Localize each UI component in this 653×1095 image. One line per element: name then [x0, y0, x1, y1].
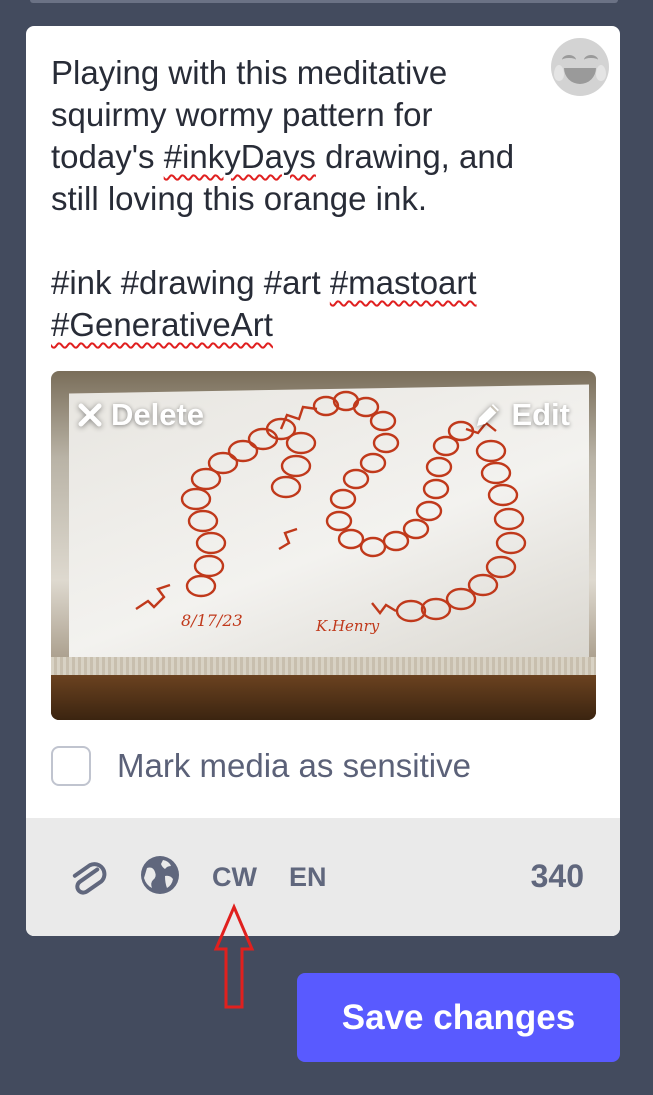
close-icon: [78, 403, 102, 427]
hashtag-mastoart: #mastoart: [329, 264, 477, 301]
save-changes-button[interactable]: Save changes: [297, 973, 620, 1062]
hashtag-line: #ink #drawing #art: [51, 264, 330, 301]
top-edge-bar: [30, 0, 618, 3]
sensitive-label: Mark media as sensitive: [117, 747, 471, 784]
sensitive-checkbox[interactable]: [51, 746, 91, 786]
text-line: today's: [51, 138, 164, 175]
media-attachment[interactable]: 8/17/23 K.Henry Delete Edit: [51, 371, 596, 720]
hashtag-generativeart: #GenerativeArt: [51, 306, 273, 343]
joy-emoji-icon[interactable]: [551, 38, 609, 96]
language-button[interactable]: EN: [289, 862, 327, 893]
text-line: Playing with this meditative: [51, 54, 448, 91]
media-delete-button[interactable]: Delete: [77, 397, 204, 433]
text-line: drawing, and: [315, 138, 515, 175]
compose-toolbar: CW EN 340: [26, 818, 620, 936]
content-warning-button[interactable]: CW: [212, 862, 257, 893]
compose-form: Playing with this meditative squirmy wor…: [26, 26, 620, 936]
paperclip-icon: [72, 862, 107, 895]
visibility-button[interactable]: [139, 854, 181, 901]
character-counter: 340: [530, 858, 584, 894]
media-edit-button[interactable]: Edit: [473, 397, 570, 433]
sketchbook-edge: [51, 657, 596, 677]
hashtag-inkydays: #inkyDays: [163, 138, 316, 175]
media-delete-label: Delete: [111, 397, 205, 432]
text-line: squirmy wormy pattern for: [51, 96, 433, 133]
emoji-mouth: [564, 68, 596, 84]
text-line: still loving this orange ink.: [51, 180, 428, 217]
emoji-tear-left: [554, 65, 564, 81]
annotation-arrow-icon: [213, 903, 255, 1009]
pencil-icon: [477, 404, 500, 426]
globe-icon: [141, 856, 179, 894]
table-surface: [51, 675, 596, 720]
sensitive-row[interactable]: Mark media as sensitive: [51, 746, 471, 786]
emoji-brow-left: [562, 55, 576, 65]
drawing-signature: K.Henry: [315, 617, 380, 635]
drawing-date: 8/17/23: [181, 611, 243, 630]
media-edit-label: Edit: [511, 397, 570, 432]
emoji-brow-right: [584, 55, 598, 65]
status-textarea[interactable]: Playing with this meditative squirmy wor…: [51, 52, 551, 346]
emoji-tear-right: [596, 65, 606, 81]
attach-media-button[interactable]: [66, 854, 110, 903]
